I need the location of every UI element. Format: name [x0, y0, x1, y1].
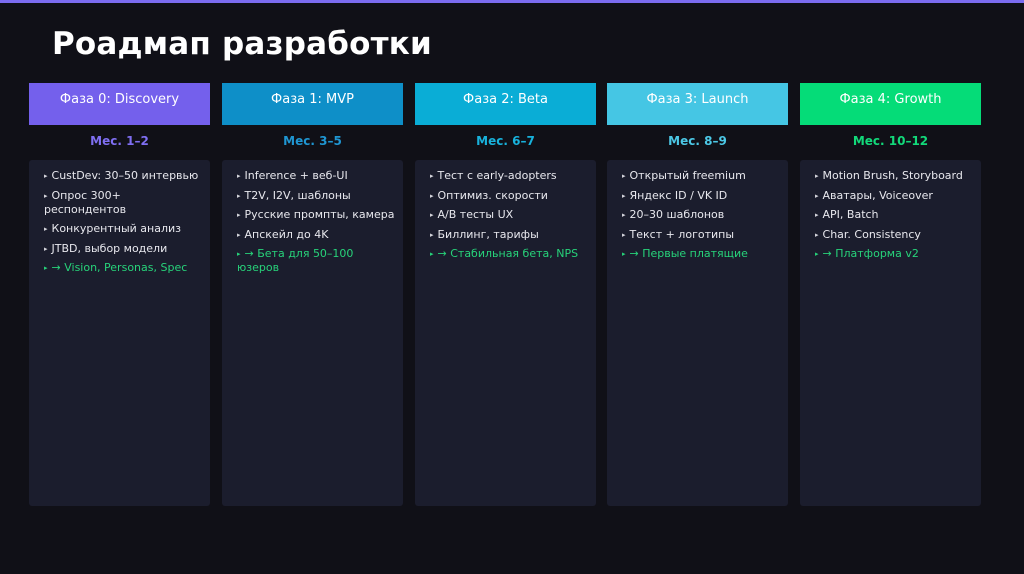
task-item: ▸ Конкурентный анализ	[44, 222, 181, 235]
phase-months: Мес. 10–12	[852, 134, 929, 148]
phase-task-card: ▸ Inference + веб-UI ▸ T2V, I2V, шаблоны ▸ Ру…	[222, 160, 403, 506]
task-item: ▸ Апскейл до 4K	[237, 227, 329, 241]
phase-months: Мес. 6–7	[476, 134, 535, 148]
phase-result: ▸ → Стабильная бета, NPS	[430, 247, 579, 260]
bullet-triangle-icon: ▸	[237, 250, 241, 258]
bullet-triangle-icon: ▸	[430, 191, 434, 200]
phase-column-3: Фаза 3: Launch Мес. 8–9 ▸ Открытый freemium…	[607, 83, 788, 506]
task-item: ▸ CustDev: 30–50 интервью	[44, 169, 199, 182]
bullet-triangle-icon: ▸	[44, 172, 48, 180]
phase-header: Фаза 0: Discovery	[29, 83, 210, 125]
phase-task-card: ▸ Motion Brush, Storyboard ▸ Аватары, Voice…	[800, 160, 981, 506]
bullet-triangle-icon: ▸	[622, 230, 626, 239]
phase-column-4: Фаза 4: Growth Мес. 10–12 ▸ Motion Brush, S…	[800, 83, 981, 506]
bullet-triangle-icon: ▸	[815, 211, 819, 219]
phase-column-2: Фаза 2: Beta Мес. 6–7 ▸ Тест с early-adopte…	[415, 83, 596, 506]
phase-months: Мес. 1–2	[90, 134, 149, 148]
phase-task-card: ▸ CustDev: 30–50 интервью ▸ Опрос 300+ респ…	[29, 160, 210, 506]
phase-column-1: Фаза 1: MVP Мес. 3–5 ▸ Inference + веб-UI ▸ T…	[222, 83, 403, 506]
phase-header: Фаза 2: Beta	[415, 83, 596, 125]
task-item: ▸ Текст + логотипы	[622, 227, 735, 241]
top-accent-bar	[0, 0, 1024, 3]
bullet-triangle-icon: ▸	[622, 250, 626, 258]
task-item: ▸ A/B тесты UX	[430, 208, 514, 221]
bullet-triangle-icon: ▸	[430, 172, 434, 180]
task-item: ▸ Оптимиз. скорости	[430, 188, 548, 202]
bullet-triangle-icon: ▸	[815, 230, 819, 239]
bullet-triangle-icon: ▸	[815, 250, 819, 258]
bullet-triangle-icon: ▸	[237, 211, 241, 219]
bullet-triangle-icon: ▸	[815, 191, 819, 200]
phase-header: Фаза 1: MVP	[222, 83, 403, 125]
bullet-triangle-icon: ▸	[430, 250, 434, 258]
phase-result: ▸ → Платформа v2	[815, 247, 919, 260]
phase-result: ▸ → Vision, Personas, Spec	[44, 261, 188, 274]
task-item: ▸ Опрос 300+ респондентов	[44, 188, 127, 216]
bullet-triangle-icon: ▸	[430, 230, 434, 239]
bullet-triangle-icon: ▸	[237, 230, 241, 239]
task-item: ▸ Открытый freemium	[622, 169, 746, 182]
task-item: ▸ Motion Brush, Storyboard	[815, 169, 963, 182]
bullet-triangle-icon: ▸	[44, 244, 48, 253]
phase-header: Фаза 4: Growth	[800, 83, 981, 125]
phase-task-card: ▸ Открытый freemium ▸ Яндекс ID / VK ID ▸ 20–…	[607, 160, 788, 506]
task-item: ▸ Тест с early-adopters	[430, 169, 557, 182]
page-title: Роадмап разработки	[52, 26, 432, 62]
task-item: ▸ Биллинг, тарифы	[430, 227, 539, 241]
phase-months: Мес. 3–5	[283, 134, 342, 148]
bullet-triangle-icon: ▸	[622, 211, 626, 219]
bullet-triangle-icon: ▸	[622, 172, 626, 180]
phase-result: ▸ → Бета для 50–100 юзеров	[237, 247, 354, 274]
phase-task-card: ▸ Тест с early-adopters ▸ Оптимиз. скорости…	[415, 160, 596, 506]
phase-header: Фаза 3: Launch	[607, 83, 788, 125]
bullet-triangle-icon: ▸	[44, 225, 48, 233]
bullet-triangle-icon: ▸	[44, 191, 48, 200]
bullet-triangle-icon: ▸	[237, 172, 241, 180]
task-item: ▸ T2V, I2V, шаблоны	[237, 188, 351, 202]
task-item: ▸ API, Batch	[815, 208, 879, 221]
bullet-triangle-icon: ▸	[622, 191, 626, 200]
task-item: ▸ 20–30 шаблонов	[622, 208, 725, 221]
task-item: ▸ JTBD, выбор модели	[44, 241, 168, 255]
bullet-triangle-icon: ▸	[44, 264, 48, 272]
phase-result: ▸ → Первые платящие	[622, 247, 748, 260]
phase-months: Мес. 8–9	[668, 134, 727, 148]
bullet-triangle-icon: ▸	[430, 211, 434, 219]
task-item: ▸ Русские промпты, камера	[237, 208, 395, 221]
task-item: ▸ Яндекс ID / VK ID	[622, 188, 728, 202]
task-item: ▸ Аватары, Voiceover	[815, 188, 933, 202]
phase-column-0: Фаза 0: Discovery Мес. 1–2 ▸ CustDev: 30–50…	[29, 83, 210, 506]
bullet-triangle-icon: ▸	[237, 191, 241, 200]
bullet-triangle-icon: ▸	[815, 172, 819, 180]
task-item: ▸ Inference + веб-UI	[237, 169, 348, 182]
task-item: ▸ Char. Consistency	[815, 227, 921, 241]
